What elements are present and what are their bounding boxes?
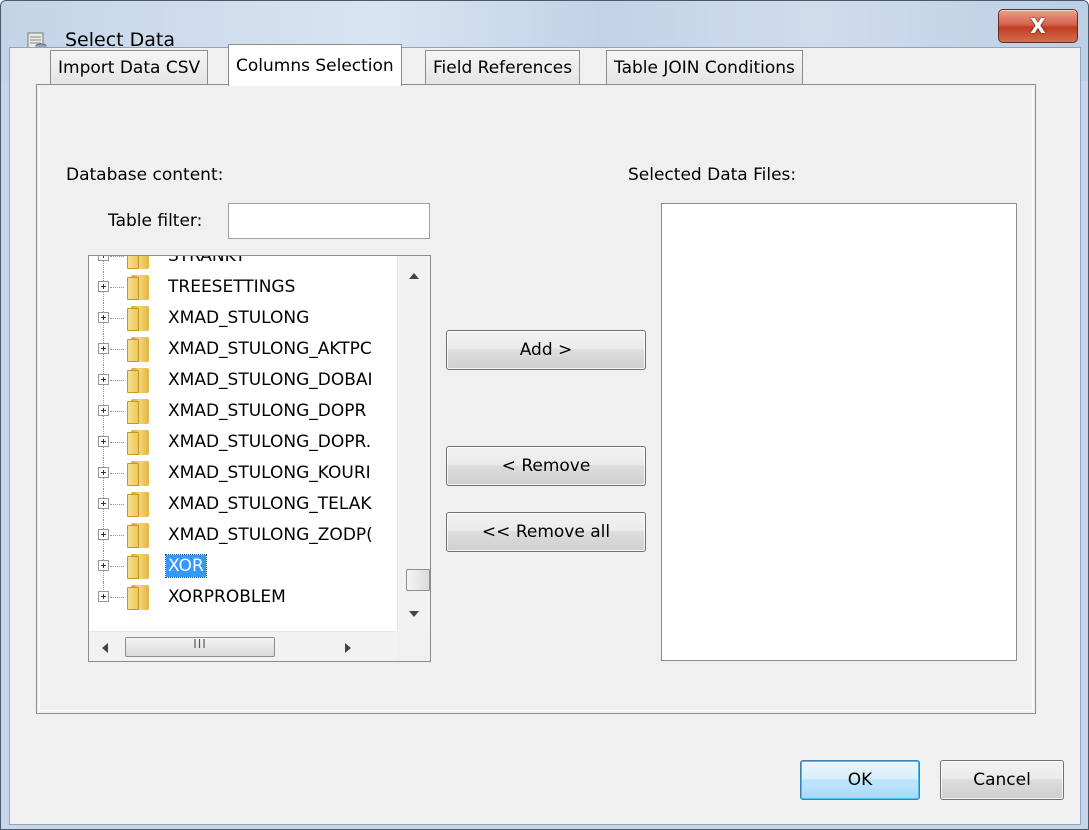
folder-icon bbox=[127, 256, 149, 269]
expand-icon[interactable] bbox=[98, 498, 109, 509]
folder-icon bbox=[127, 399, 149, 424]
folder-icon bbox=[127, 554, 149, 579]
scroll-thumb[interactable] bbox=[406, 569, 430, 591]
tab-label: Import Data CSV bbox=[58, 57, 201, 78]
tree-connector bbox=[110, 442, 124, 443]
expand-icon[interactable] bbox=[98, 343, 109, 354]
tree-connector bbox=[110, 473, 124, 474]
tree-item-label: XMAD_STULONG_DOPR bbox=[168, 401, 367, 421]
folder-icon bbox=[127, 523, 149, 548]
database-tree[interactable]: STRANKY TREESETTINGS XMAD_STULONG XMAD_S… bbox=[88, 255, 431, 662]
scroll-thumb-horizontal[interactable]: III bbox=[125, 637, 275, 657]
table-filter-input[interactable] bbox=[228, 203, 430, 239]
tree-item[interactable]: STRANKY bbox=[89, 255, 397, 272]
tree-connector bbox=[110, 380, 124, 381]
expand-icon[interactable] bbox=[98, 256, 109, 261]
tree-item-label: XOR bbox=[165, 554, 207, 578]
tab-label: Table JOIN Conditions bbox=[614, 57, 795, 78]
tree-item-label: XMAD_STULONG_ZODP( bbox=[168, 525, 373, 545]
expand-icon[interactable] bbox=[98, 405, 109, 416]
expand-icon[interactable] bbox=[98, 281, 109, 292]
expand-icon[interactable] bbox=[98, 591, 109, 602]
tree-item[interactable]: XMAD_STULONG_DOPR bbox=[89, 396, 397, 427]
folder-icon bbox=[127, 306, 149, 331]
tree-connector bbox=[110, 504, 124, 505]
tree-horizontal-scrollbar[interactable]: III bbox=[89, 631, 397, 661]
tree-item-label: TREESETTINGS bbox=[168, 277, 296, 297]
tree-item-selected[interactable]: XOR bbox=[89, 551, 397, 582]
expand-icon[interactable] bbox=[98, 374, 109, 385]
ok-button[interactable]: OK bbox=[800, 760, 920, 800]
tab-columns-selection[interactable]: Columns Selection bbox=[228, 44, 402, 86]
folder-icon bbox=[127, 275, 149, 300]
tree-item-label: XMAD_STULONG_DOPR. bbox=[168, 432, 372, 452]
tree-connector bbox=[110, 349, 124, 350]
expand-icon[interactable] bbox=[98, 312, 109, 323]
close-button[interactable]: X bbox=[998, 9, 1078, 43]
folder-icon bbox=[127, 430, 149, 455]
tree-connector bbox=[110, 256, 124, 257]
tree-item-label: STRANKY bbox=[168, 255, 246, 266]
tree-item-label: XMAD_STULONG bbox=[168, 308, 310, 328]
scroll-down-icon[interactable] bbox=[409, 611, 419, 617]
scroll-grip-icon: III bbox=[193, 637, 207, 651]
table-filter-label: Table filter: bbox=[108, 211, 203, 231]
tree-connector bbox=[110, 318, 124, 319]
remove-all-button[interactable]: << Remove all bbox=[446, 512, 646, 552]
folder-icon bbox=[127, 492, 149, 517]
scrollbar-corner bbox=[397, 631, 430, 661]
tree-item-label: XMAD_STULONG_AKTPC bbox=[168, 339, 372, 359]
selected-data-files-list[interactable] bbox=[661, 203, 1017, 661]
tree-item-label: XMAD_STULONG_TELAK bbox=[168, 494, 372, 514]
database-content-label: Database content: bbox=[66, 165, 224, 185]
tree-connector bbox=[110, 597, 124, 598]
folder-icon bbox=[127, 368, 149, 393]
folder-icon bbox=[127, 585, 149, 610]
tree-item[interactable]: XORPROBLEM bbox=[89, 582, 397, 613]
folder-icon bbox=[127, 461, 149, 486]
expand-icon[interactable] bbox=[98, 529, 109, 540]
tree-vertical-scrollbar[interactable] bbox=[397, 256, 430, 631]
expand-icon[interactable] bbox=[98, 436, 109, 447]
tab-label: Columns Selection bbox=[236, 55, 394, 76]
scroll-up-icon[interactable] bbox=[409, 273, 419, 279]
tab-label: Field References bbox=[433, 57, 573, 78]
scroll-left-icon[interactable] bbox=[102, 643, 108, 653]
tree-item[interactable]: TREESETTINGS bbox=[89, 272, 397, 303]
tree-rows: STRANKY TREESETTINGS XMAD_STULONG XMAD_S… bbox=[89, 255, 397, 631]
tree-connector bbox=[110, 411, 124, 412]
tree-item[interactable]: XMAD_STULONG_TELAK bbox=[89, 489, 397, 520]
expand-icon[interactable] bbox=[98, 467, 109, 478]
tree-item[interactable]: XMAD_STULONG_KOURI bbox=[89, 458, 397, 489]
tab-import-data-csv[interactable]: Import Data CSV bbox=[50, 50, 209, 84]
folder-icon bbox=[127, 337, 149, 362]
cancel-button[interactable]: Cancel bbox=[940, 760, 1064, 800]
tree-connector bbox=[110, 287, 124, 288]
expand-icon[interactable] bbox=[98, 560, 109, 571]
tree-item[interactable]: XMAD_STULONG_DOBAI bbox=[89, 365, 397, 396]
selected-data-files-label: Selected Data Files: bbox=[628, 165, 797, 185]
tree-connector bbox=[110, 566, 124, 567]
tree-item[interactable]: XMAD_STULONG_AKTPC bbox=[89, 334, 397, 365]
scroll-right-icon[interactable] bbox=[345, 643, 351, 653]
tab-table-join-conditions[interactable]: Table JOIN Conditions bbox=[606, 50, 803, 84]
tree-connector bbox=[110, 535, 124, 536]
tree-item[interactable]: XMAD_STULONG bbox=[89, 303, 397, 334]
tree-item[interactable]: XMAD_STULONG_ZODP( bbox=[89, 520, 397, 551]
close-icon: X bbox=[1030, 14, 1046, 38]
tree-item-label: XORPROBLEM bbox=[168, 587, 286, 607]
add-button[interactable]: Add > bbox=[446, 330, 646, 370]
remove-button[interactable]: < Remove bbox=[446, 446, 646, 486]
tree-item-label: XMAD_STULONG_DOBAI bbox=[168, 370, 373, 390]
tree-item[interactable]: XMAD_STULONG_DOPR. bbox=[89, 427, 397, 458]
tree-item-label: XMAD_STULONG_KOURI bbox=[168, 463, 371, 483]
tab-field-references[interactable]: Field References bbox=[425, 50, 581, 84]
